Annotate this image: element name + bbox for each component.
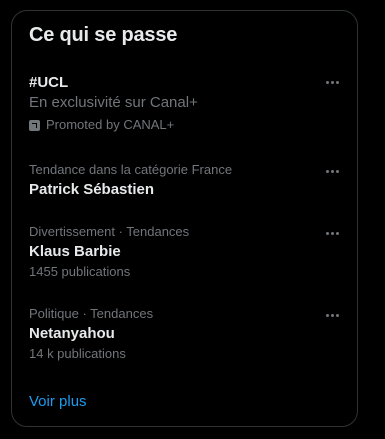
promoted-text: Promoted by CANAL+ [46, 117, 175, 132]
more-icon[interactable] [323, 226, 341, 240]
trends-panel: Ce qui se passe #UCL En exclusivité sur … [11, 10, 358, 427]
trend-name: Patrick Sébastien [29, 181, 155, 198]
trend-item-promoted[interactable]: #UCL En exclusivité sur Canal+ Promoted … [12, 73, 357, 133]
trend-name: Klaus Barbie [29, 243, 121, 260]
promoted-label: Promoted by CANAL+ [29, 117, 343, 133]
more-icon[interactable] [323, 164, 341, 178]
trend-context: Politique · Tendances [29, 306, 154, 321]
trend-context: Divertissement · Tendances [29, 224, 190, 239]
promoted-icon [29, 119, 40, 131]
show-more-link[interactable]: Voir plus [29, 393, 87, 410]
trend-context: Tendance dans la catégorie France [29, 162, 233, 177]
trend-post-count: 1455 publications [29, 264, 131, 279]
panel-title: Ce qui se passe [29, 24, 178, 46]
trend-item[interactable]: Divertissement · Tendances Klaus Barbie … [12, 224, 357, 281]
trend-item[interactable]: Tendance dans la catégorie France Patric… [12, 162, 357, 200]
trend-name: #UCL [29, 74, 69, 91]
trend-item[interactable]: Politique · Tendances Netanyahou 14 k pu… [12, 306, 357, 363]
more-icon[interactable] [323, 75, 341, 89]
more-icon[interactable] [323, 308, 341, 322]
trend-name: Netanyahou [29, 325, 115, 342]
trend-subtitle: En exclusivité sur Canal+ [29, 94, 198, 111]
trend-post-count: 14 k publications [29, 346, 126, 361]
